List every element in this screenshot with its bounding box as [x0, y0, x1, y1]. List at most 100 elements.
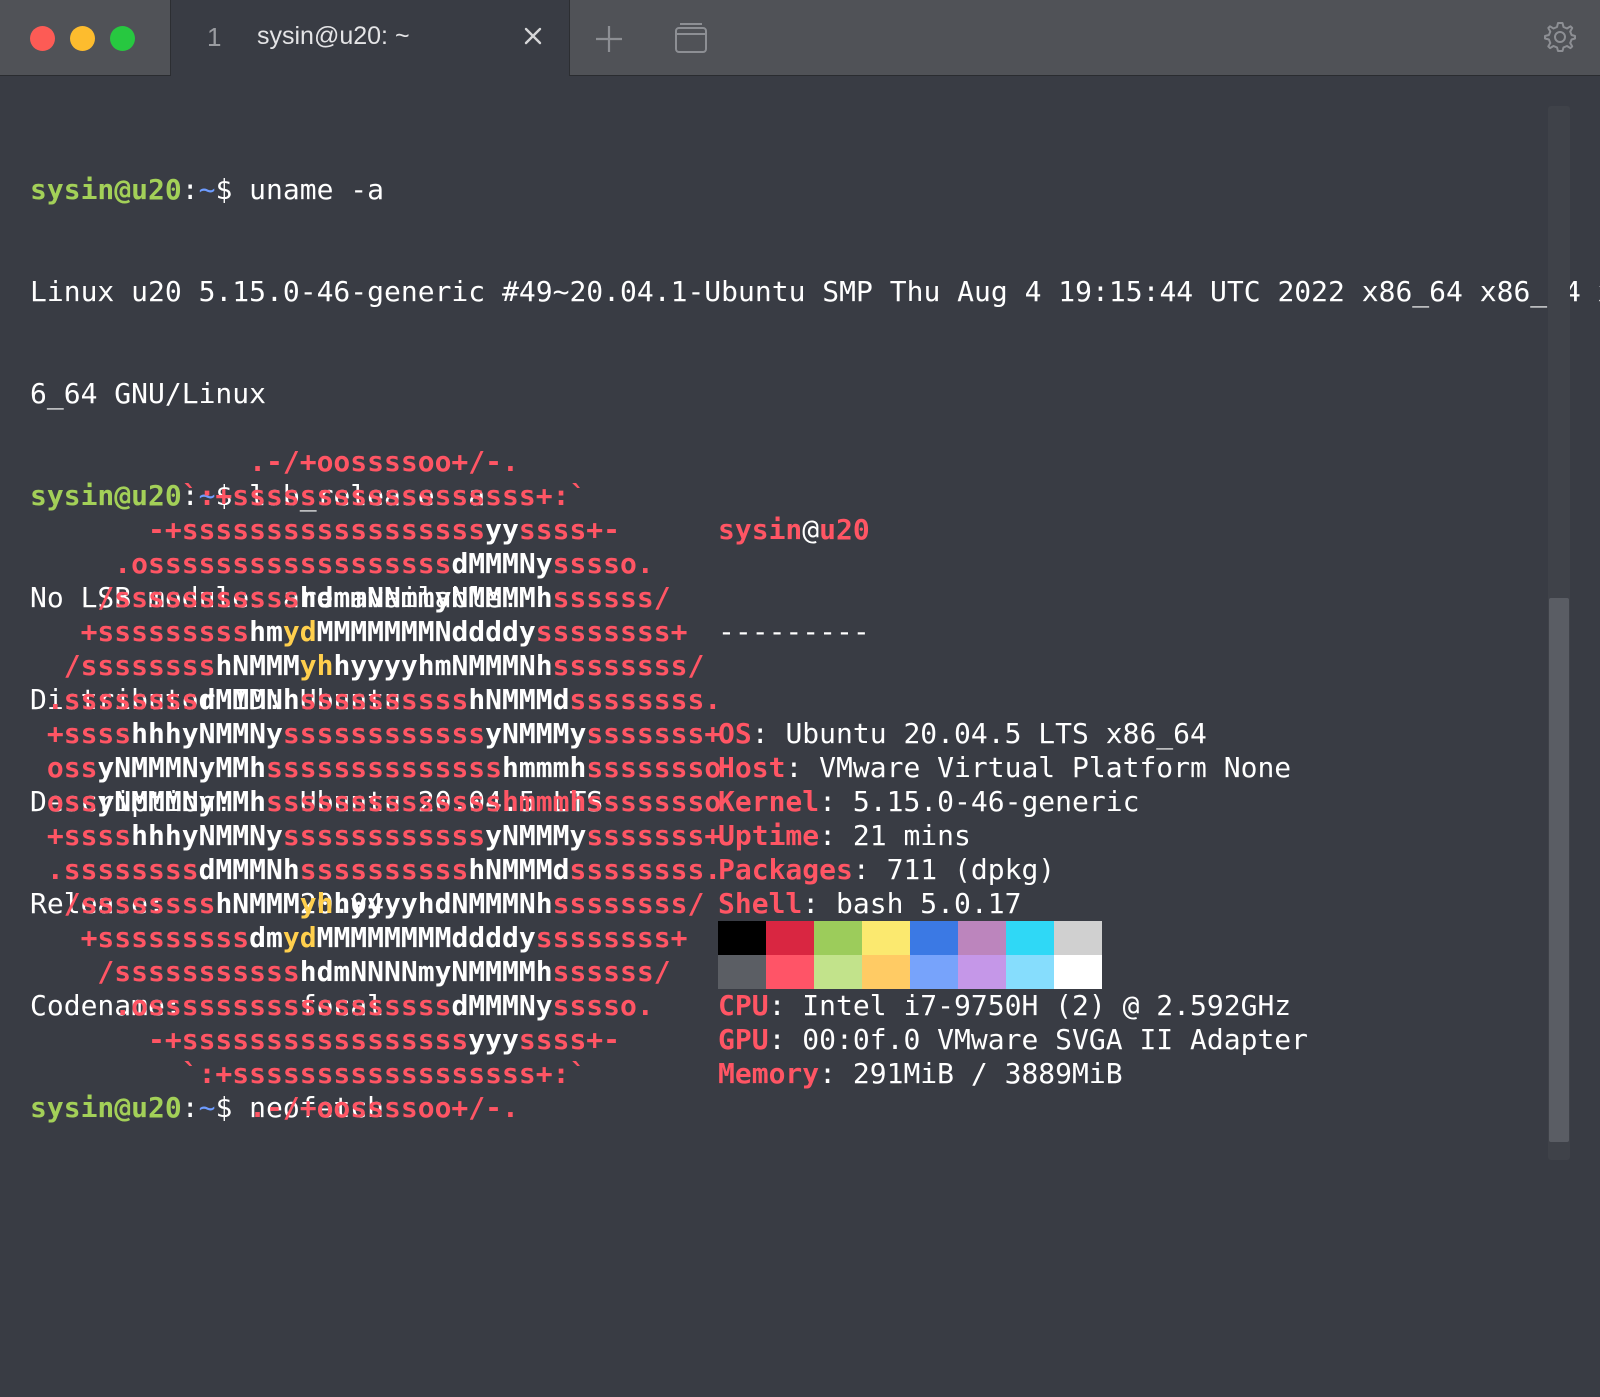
tab-index: 1: [207, 22, 222, 52]
color-swatch: [718, 921, 766, 955]
ascii-art-segment: sssssss+: [586, 819, 722, 852]
ubuntu-ascii-logo: .-/+oossssoo+/-. `:+ssssssssssssssssss+:…: [30, 445, 721, 1125]
color-swatch: [718, 955, 766, 989]
info-value: Intel i7-9750H (2) @ 2.592GHz: [802, 989, 1292, 1022]
prompt-separator: :: [181, 173, 199, 206]
color-palette: [718, 921, 1102, 989]
window-minimize-button[interactable]: [70, 26, 95, 51]
info-row: Kernel: 5.15.0-46-generic: [718, 785, 1558, 819]
ascii-art-segment: -+sssssssssssssssss: [30, 1023, 469, 1056]
ascii-art-segment: /ssssssss: [30, 887, 216, 920]
tab-overview-icon[interactable]: [674, 22, 708, 54]
info-colon: :: [819, 785, 853, 818]
ascii-art-segment: +ssss: [30, 819, 132, 852]
info-row: CPU: Intel i7-9750H (2) @ 2.592GHz: [718, 989, 1558, 1023]
color-swatch: [862, 921, 910, 955]
ascii-art-segment: ssssssss+: [535, 921, 688, 954]
terminal-window: 1 sysin@u20: ~ sysin@u20:~$ uname -a Lin…: [0, 0, 1600, 1200]
ascii-art-segment: .-/+oossssoo+/-.: [30, 1091, 519, 1124]
info-label: Kernel: [718, 785, 820, 818]
neofetch-info-rows: OS: Ubuntu 20.04.5 LTS x86_64 Host: VMwar…: [718, 717, 1558, 1091]
color-swatch: [862, 955, 910, 989]
ascii-art-segment: /ssssssss: [30, 649, 216, 682]
ascii-art-segment: sssssss+: [586, 717, 722, 750]
ascii-art-segment: hyyyyhdNMMMNh: [333, 887, 553, 920]
ascii-art-segment: dMMMNy: [451, 989, 553, 1022]
ascii-art-segment: sssso.: [552, 547, 654, 580]
scrollbar-thumb[interactable]: [1549, 598, 1569, 1142]
info-label: Uptime: [718, 819, 820, 852]
ascii-art-segment: .-/+oossssoo+/-.: [30, 445, 519, 478]
ascii-art-segment: ssssssssss: [299, 853, 469, 886]
ascii-art-segment: dMMMNh: [198, 853, 300, 886]
ascii-art-segment: yh: [299, 887, 334, 920]
ascii-art-line: /ssssssssssshdmmNNmmyNMMMMhssssss/: [30, 581, 710, 615]
ascii-art-line: ossyNMMMNyMMhsssssssssssssshmmmhssssssso: [30, 785, 721, 819]
ascii-art-line: +sssssssssdmydMMMMMMMMddddyssssssss+: [30, 921, 710, 955]
info-label: CPU: [718, 989, 769, 1022]
plus-icon[interactable]: [594, 24, 624, 54]
info-value: VMware Virtual Platform None: [819, 751, 1292, 784]
ascii-art-line: /ssssssssssshdmNNNNmyNMMMMhssssss/: [30, 955, 710, 989]
color-swatch: [814, 955, 862, 989]
ascii-art-line: -+sssssssssssssssssyyyssss+-: [30, 1023, 710, 1057]
window-maximize-button[interactable]: [110, 26, 135, 51]
info-label: GPU: [718, 1023, 769, 1056]
info-row: Uptime: 21 mins: [718, 819, 1558, 853]
close-icon[interactable]: [519, 22, 547, 50]
ascii-art-segment: /sssssssssss: [30, 955, 300, 988]
info-value: 00:0f.0 VMware SVGA II Adapter: [802, 1023, 1309, 1056]
prompt-symbol: $: [215, 173, 250, 206]
ascii-art-segment: /sssssssssss: [30, 581, 300, 614]
ascii-art-segment: hhhyNMMNy: [131, 819, 283, 852]
ascii-art-segment: MMMMMMMMddddy: [316, 921, 536, 954]
ascii-art-segment: -+ssssssssssssssssss: [30, 513, 486, 546]
ascii-art-segment: `:+ssssssssssssssssss+:`: [30, 479, 587, 512]
color-swatch: [766, 921, 814, 955]
ascii-art-segment: yNMMMy: [485, 717, 587, 750]
ascii-art-segment: yNMMMy: [485, 819, 587, 852]
ascii-art-line: +sssshhhyNMMNyssssssssssssyNMMMysssssss+: [30, 717, 721, 751]
neofetch-user: sysin: [718, 513, 803, 546]
ascii-art-segment: sssssssssssssshmmmhssssssso: [266, 785, 722, 818]
info-colon: :: [802, 887, 837, 920]
color-swatch: [910, 955, 958, 989]
color-swatch: [1054, 921, 1102, 955]
ascii-art-segment: hdmmNNmmyNMMMMh: [299, 581, 553, 614]
color-swatch: [1006, 921, 1054, 955]
gear-icon[interactable]: [1543, 20, 1577, 54]
ascii-art-segment: ssssssssssss: [282, 819, 486, 852]
ascii-art-line: +sssshhhyNMMNyssssssssssssyNMMMysssssss+: [30, 819, 721, 853]
terminal-output[interactable]: sysin@u20:~$ uname -a Linux u20 5.15.0-4…: [30, 105, 1600, 1397]
info-colon: :: [852, 853, 887, 886]
tab-active[interactable]: 1 sysin@u20: ~: [171, 0, 570, 76]
ascii-art-segment: hNMMM: [215, 649, 300, 682]
info-row: Shell: bash 5.0.17: [718, 887, 1558, 921]
ascii-art-segment: hhhyNMMNy: [131, 717, 283, 750]
ascii-art-segment: .ossssssssssssssssss: [30, 989, 452, 1022]
ascii-art-line: .-/+oossssoo+/-.: [30, 1091, 710, 1125]
ascii-art-segment: hdmNNNNmyNMMMMh: [299, 955, 553, 988]
neofetch-host: u20: [819, 513, 870, 546]
ascii-art-segment: .ssssssss: [30, 683, 199, 716]
ascii-art-segment: yd: [282, 615, 317, 648]
ascii-art-line: /sssssssshNMMMyhhyyyyhmNMMMNhssssssss/: [30, 649, 710, 683]
ascii-art-segment: `:+ssssssssssssssssss+:`: [30, 1057, 587, 1090]
ascii-art-segment: ssss+-: [518, 1023, 621, 1056]
window-close-button[interactable]: [30, 26, 55, 51]
ascii-art-segment: MMMMMMMNddddy: [316, 615, 536, 648]
ascii-art-segment: ssssssss.: [569, 683, 722, 716]
info-colon: :: [819, 1057, 853, 1090]
ascii-art-segment: sssso.: [552, 989, 654, 1022]
title-bar: 1 sysin@u20: ~: [0, 0, 1600, 76]
info-label: Shell: [718, 887, 803, 920]
ascii-art-segment: yh: [299, 649, 334, 682]
ascii-art-segment: oss: [30, 785, 98, 818]
ascii-art-segment: ssss+-: [518, 513, 621, 546]
color-swatch: [1006, 955, 1054, 989]
ascii-art-segment: ssssss/: [552, 581, 671, 614]
ascii-art-segment: hNMMM: [215, 887, 300, 920]
color-swatch: [958, 921, 1006, 955]
neofetch-at: @: [802, 513, 820, 546]
output-line: 6_64 GNU/Linux: [30, 377, 267, 410]
